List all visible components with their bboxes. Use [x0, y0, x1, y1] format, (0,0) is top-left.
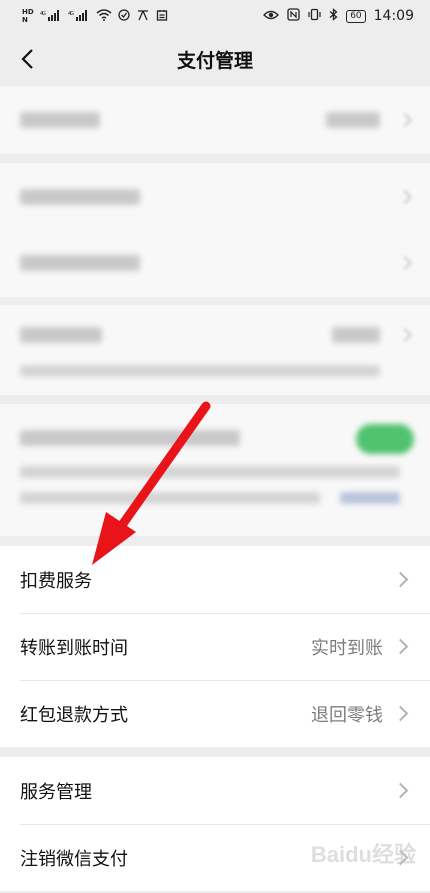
- chevron-right-icon: [392, 571, 409, 588]
- signal-icon: 4G: [40, 9, 62, 24]
- blurred-label: [20, 327, 102, 343]
- blurred-label: [20, 112, 100, 128]
- clock: 14:09: [373, 8, 414, 24]
- list-item-value: 实时到账: [311, 637, 383, 659]
- blurred-section-3: [0, 305, 430, 395]
- blurred-section-4: [0, 404, 430, 536]
- page-title: 支付管理: [176, 49, 253, 72]
- blurred-toggle: [356, 424, 414, 454]
- status-bar: HD N 4G 4G 60 14:09: [0, 0, 430, 32]
- list-item-deduction-service[interactable]: 扣费服务: [0, 546, 430, 613]
- blurred-link: [340, 492, 400, 504]
- hd-label: HD: [22, 8, 34, 16]
- watermark-logo: Baidu经验: [310, 842, 416, 867]
- blurred-section-2: [0, 163, 430, 297]
- list-item-label: 扣费服务: [20, 570, 92, 592]
- list-item-value: 退回零钱: [311, 704, 383, 726]
- list-item-red-packet-refund[interactable]: 红包退款方式 退回零钱: [0, 680, 430, 747]
- app-notify-icon: [118, 8, 130, 24]
- blurred-chevron-icon: [397, 255, 413, 271]
- list-item-label: 服务管理: [20, 781, 92, 803]
- n-label: N: [22, 16, 28, 24]
- nav-bar: 支付管理: [0, 32, 430, 86]
- blurred-chevron-icon: [397, 112, 413, 128]
- text-app-icon: [136, 9, 150, 24]
- blurred-value: [332, 327, 380, 343]
- blurred-description: [20, 365, 380, 377]
- network-type-2: 4G: [68, 11, 74, 17]
- chevron-left-icon: [21, 49, 33, 69]
- battery-icon: 60: [346, 9, 366, 23]
- signal-icon-2: 4G: [68, 9, 90, 24]
- blurred-value: [326, 112, 380, 128]
- blurred-section-1: [0, 86, 430, 154]
- payment-settings-list: 扣费服务 转账到账时间 实时到账 红包退款方式 退回零钱: [0, 546, 430, 747]
- blurred-chevron-icon: [397, 327, 413, 343]
- chevron-right-icon: [392, 638, 409, 655]
- eye-icon: [263, 9, 280, 24]
- blurred-chevron-icon: [397, 189, 413, 205]
- nfc-icon: [287, 8, 300, 24]
- status-right: 60 14:09: [263, 8, 414, 24]
- wifi-icon: [96, 8, 112, 24]
- blurred-description: [20, 466, 400, 478]
- network-type-1: 4G: [40, 11, 46, 17]
- list-item-label: 红包退款方式: [20, 704, 128, 726]
- blurred-label: [20, 430, 240, 446]
- doc-app-icon: [156, 9, 168, 24]
- vibrate-icon: [308, 8, 321, 24]
- chevron-right-icon: [392, 782, 409, 799]
- list-item-label: 转账到账时间: [20, 637, 128, 659]
- back-button[interactable]: [12, 44, 42, 74]
- blurred-label: [20, 255, 140, 271]
- chevron-right-icon: [392, 705, 409, 722]
- account-settings-list: 服务管理 注销微信支付: [0, 757, 430, 891]
- bluetooth-icon: [329, 8, 338, 24]
- blurred-description: [20, 492, 320, 504]
- list-item-label: 注销微信支付: [20, 848, 128, 870]
- list-item-transfer-arrival-time[interactable]: 转账到账时间 实时到账: [0, 613, 430, 680]
- blurred-label: [20, 189, 140, 205]
- status-left: HD N 4G 4G: [22, 8, 168, 24]
- list-item-service-management[interactable]: 服务管理: [0, 757, 430, 824]
- hd-indicator: HD N: [22, 8, 34, 24]
